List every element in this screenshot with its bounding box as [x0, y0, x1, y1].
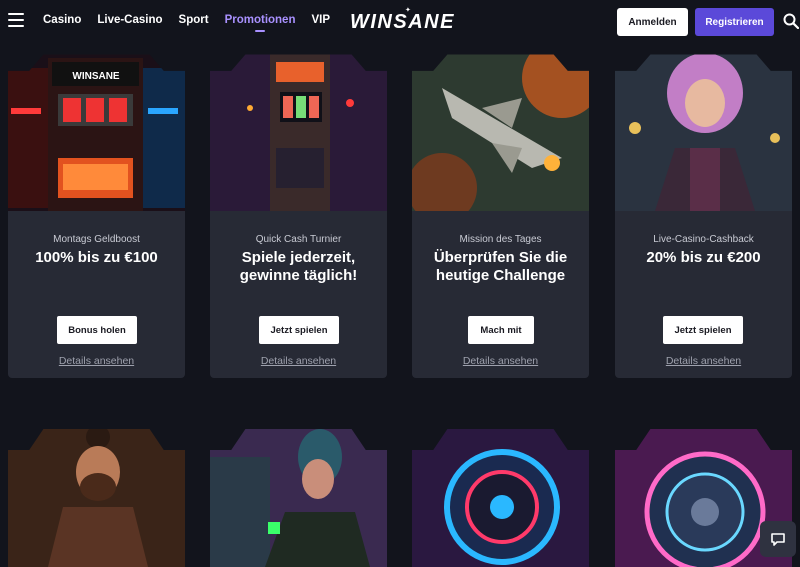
- promo-subtitle: Live-Casino-Cashback: [653, 234, 754, 245]
- promo-image-woman: [615, 54, 792, 211]
- promo-title: 100% bis zu €100: [35, 249, 158, 266]
- nav-promotionen[interactable]: Promotionen: [225, 14, 295, 32]
- promo-title: Überprüfen Sie die heutige Challenge: [433, 249, 568, 284]
- chat-icon: [771, 533, 785, 546]
- promo-card: [210, 417, 387, 567]
- details-link[interactable]: Details ansehen: [615, 355, 792, 367]
- promo-image-fighter-jet: [412, 54, 589, 211]
- menu-icon[interactable]: [8, 13, 24, 27]
- nav-vip[interactable]: VIP: [311, 14, 330, 26]
- login-button[interactable]: Anmelden: [617, 8, 688, 36]
- logo-star-icon: ✦: [405, 7, 411, 14]
- promo-title: 20% bis zu €200: [646, 249, 761, 266]
- chat-support-button[interactable]: [760, 521, 796, 557]
- promo-image-slot-machine: WINSANE: [8, 54, 185, 211]
- promo-card: Live-Casino-Cashback 20% bis zu €200 Jet…: [615, 48, 792, 378]
- promo-image-neon-wheel: [412, 429, 589, 567]
- promo-subtitle: Quick Cash Turnier: [255, 234, 342, 245]
- svg-text:WINSANE: WINSANE: [72, 71, 120, 82]
- promo-cta-button[interactable]: Mach mit: [468, 316, 534, 344]
- promo-cta-button[interactable]: Bonus holen: [57, 316, 137, 344]
- top-navigation-bar: Casino Live-Casino Sport Promotionen VIP…: [0, 0, 800, 44]
- nav-live-casino[interactable]: Live-Casino: [97, 14, 162, 26]
- search-icon[interactable]: [783, 13, 799, 29]
- promo-card: [412, 417, 589, 567]
- nav-casino[interactable]: Casino: [43, 14, 81, 26]
- promo-card: Mission des Tages Überprüfen Sie die heu…: [412, 48, 589, 378]
- promo-card: [8, 417, 185, 567]
- promo-image-cyber-girl: [210, 429, 387, 567]
- promo-card: Quick Cash Turnier Spiele jederzeit, gew…: [210, 48, 387, 378]
- promo-card: WINSANE Montags Geldboost 100% bis zu €1…: [8, 48, 185, 378]
- promo-image-slot-machine: [210, 54, 387, 211]
- promo-subtitle: Mission des Tages: [459, 234, 542, 245]
- promo-subtitle: Montags Geldboost: [53, 234, 140, 245]
- promo-title: Spiele jederzeit, gewinne täglich!: [239, 249, 358, 284]
- promo-image-bearded-man: [8, 429, 185, 567]
- nav-sport[interactable]: Sport: [179, 14, 209, 26]
- promo-cta-button[interactable]: Jetzt spielen: [663, 316, 743, 344]
- main-nav: Casino Live-Casino Sport Promotionen VIP: [43, 14, 330, 32]
- details-link[interactable]: Details ansehen: [210, 355, 387, 367]
- details-link[interactable]: Details ansehen: [412, 355, 589, 367]
- promo-cta-button[interactable]: Jetzt spielen: [259, 316, 339, 344]
- site-logo[interactable]: WINSANE: [350, 11, 455, 34]
- register-button[interactable]: Registrieren: [695, 8, 774, 36]
- details-link[interactable]: Details ansehen: [8, 355, 185, 367]
